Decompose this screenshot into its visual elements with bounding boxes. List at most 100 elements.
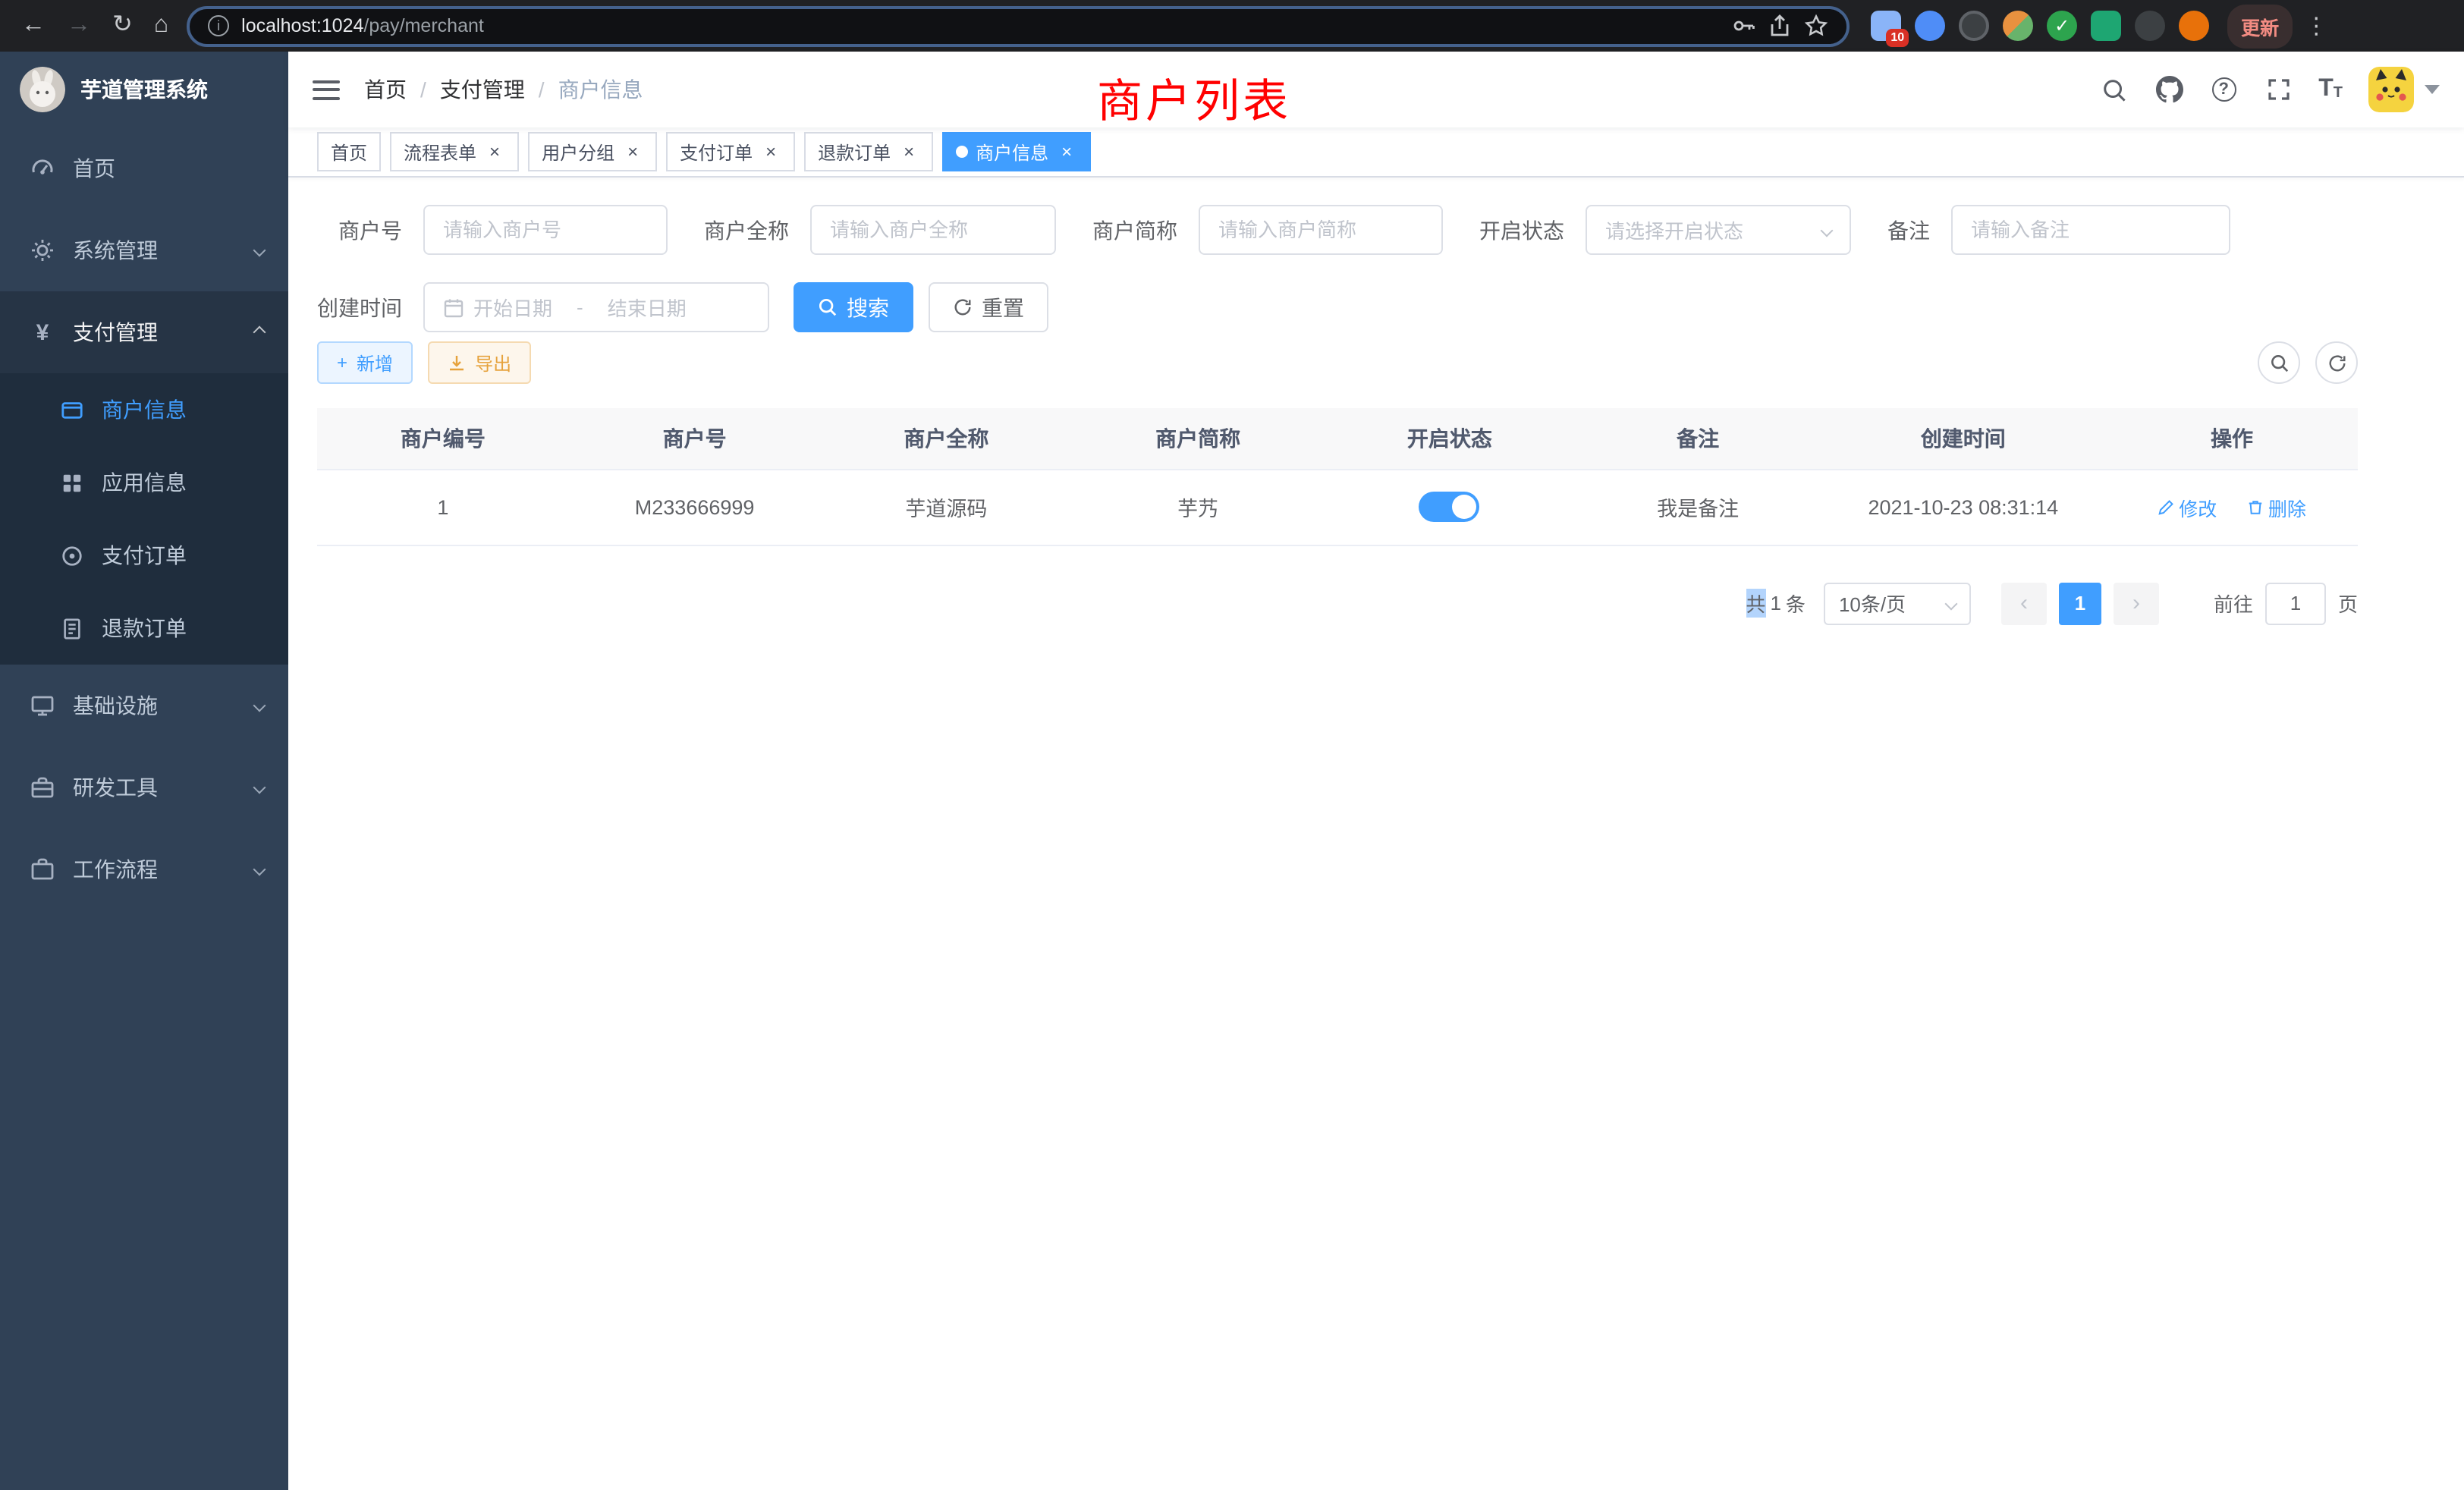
profile-avatar-icon[interactable]	[2179, 11, 2209, 41]
fullscreen-icon[interactable]	[2264, 75, 2293, 104]
sidebar-item-workflow[interactable]: 工作流程	[0, 828, 288, 910]
back-icon[interactable]: ←	[21, 14, 46, 38]
prev-page-button[interactable]: ‹	[2001, 582, 2047, 624]
sidebar-item-devtools[interactable]: 研发工具	[0, 747, 288, 828]
date-range-picker[interactable]: 开始日期 - 结束日期	[423, 282, 769, 332]
sidebar-item-system[interactable]: 系统管理	[0, 209, 288, 291]
short-name-input[interactable]	[1218, 218, 1423, 241]
merchant-no-input[interactable]	[443, 218, 648, 241]
remark-input[interactable]	[1971, 218, 2211, 241]
delete-link[interactable]: 删除	[2247, 492, 2306, 521]
breadcrumb-item[interactable]: 支付管理	[440, 74, 525, 105]
github-icon[interactable]	[2154, 75, 2183, 104]
tab-close-icon[interactable]: ×	[622, 141, 643, 162]
tab-close-icon[interactable]: ×	[484, 141, 505, 162]
next-page-button[interactable]: ›	[2114, 582, 2159, 624]
extension-icon-5[interactable]: ✓	[2047, 11, 2077, 41]
extension-icon-7[interactable]	[2135, 11, 2165, 41]
extension-icon-6[interactable]	[2091, 11, 2121, 41]
col-header-short-name: 商户简称	[1072, 408, 1324, 469]
sidebar-item-label: 商户信息	[102, 395, 187, 425]
active-tab-dot	[956, 146, 968, 158]
briefcase-icon	[30, 857, 55, 882]
chevron-down-icon	[1821, 224, 1834, 237]
sidebar-item-payment[interactable]: ¥ 支付管理	[0, 291, 288, 373]
search-button[interactable]: 搜索	[794, 282, 913, 332]
help-icon[interactable]: ?	[2209, 75, 2238, 104]
page-content: 商户号 商户全称 商户简称 开启状态	[288, 178, 2464, 1490]
refresh-list-icon-button[interactable]	[2315, 341, 2358, 384]
chevron-down-icon	[253, 863, 266, 876]
col-header-merchant-id: 商户编号	[317, 408, 569, 469]
yen-icon: ¥	[30, 320, 55, 344]
edit-link[interactable]: 修改	[2158, 492, 2217, 521]
page-number-button[interactable]: 1	[2059, 582, 2101, 624]
tab-close-icon[interactable]: ×	[760, 141, 781, 162]
top-navbar: 首页 / 支付管理 / 商户信息 ?	[288, 52, 2464, 127]
hamburger-icon[interactable]	[313, 80, 340, 99]
search-icon[interactable]	[2100, 75, 2129, 104]
browser-update-button[interactable]: 更新	[2227, 4, 2293, 48]
cell-status	[1324, 469, 1576, 545]
tab-user-group[interactable]: 用户分组 ×	[528, 132, 657, 171]
goto-page-input[interactable]	[2265, 582, 2326, 624]
user-menu[interactable]	[2368, 67, 2440, 112]
full-name-input[interactable]	[830, 218, 1036, 241]
extension-icon-1[interactable]: 10	[1871, 11, 1901, 41]
extension-icon-4[interactable]	[2003, 11, 2033, 41]
address-bar[interactable]: i localhost:1024/pay/merchant	[187, 5, 1850, 46]
table-row: 1 M233666999 芋道源码 芋艿 我是备注 2021-10-23 08:…	[317, 469, 2358, 545]
tags-view-bar: 首页 流程表单 × 用户分组 × 支付订单 × 退款订单 ×	[288, 127, 2464, 178]
tab-refund-order[interactable]: 退款订单 ×	[804, 132, 933, 171]
pagination: 共 1 条 10条/页 ‹ 1 › 前往 页	[317, 582, 2358, 624]
sidebar-item-merchant-info[interactable]: 商户信息	[0, 373, 288, 446]
site-info-icon[interactable]: i	[208, 15, 229, 36]
add-button[interactable]: + 新增	[317, 341, 413, 384]
grid-icon	[61, 471, 83, 494]
tab-home[interactable]: 首页	[317, 132, 381, 171]
extension-icon-3[interactable]	[1959, 11, 1989, 41]
status-toggle[interactable]	[1419, 492, 1480, 522]
status-select[interactable]: 请选择开启状态	[1586, 205, 1851, 255]
app-title: 芋道管理系统	[80, 74, 208, 105]
browser-menu-icon[interactable]: ⋮	[2305, 12, 2327, 39]
tab-pay-order[interactable]: 支付订单 ×	[666, 132, 795, 171]
tab-close-icon[interactable]: ×	[898, 141, 919, 162]
sidebar-item-home[interactable]: 首页	[0, 127, 288, 209]
page-size-value: 10条/页	[1839, 589, 1906, 618]
filter-label-full-name: 商户全称	[704, 215, 810, 245]
sidebar-logo[interactable]: 芋道管理系统	[0, 52, 288, 127]
share-icon[interactable]	[1768, 14, 1792, 38]
bookmark-star-icon[interactable]	[1804, 14, 1828, 38]
extension-icon-2[interactable]	[1915, 11, 1945, 41]
tab-process-form[interactable]: 流程表单 ×	[390, 132, 519, 171]
sidebar-item-pay-order[interactable]: 支付订单	[0, 519, 288, 592]
page-size-select[interactable]: 10条/页	[1824, 582, 1971, 624]
export-button[interactable]: 导出	[428, 341, 531, 384]
sidebar-item-infra[interactable]: 基础设施	[0, 665, 288, 747]
filter-label-short-name: 商户简称	[1092, 215, 1199, 245]
chevron-down-icon	[253, 244, 266, 257]
cell-merchant-id: 1	[317, 469, 569, 545]
tab-label: 流程表单	[404, 139, 476, 165]
sidebar-item-app-info[interactable]: 应用信息	[0, 446, 288, 519]
table-header-row: 商户编号 商户号 商户全称 商户简称 开启状态 备注 创建时间 操作	[317, 408, 2358, 469]
delete-icon	[2247, 498, 2264, 515]
tab-label: 支付订单	[680, 139, 753, 165]
gear-icon	[30, 238, 55, 262]
tab-close-icon[interactable]: ×	[1056, 141, 1077, 162]
toggle-search-icon-button[interactable]	[2258, 341, 2300, 384]
home-icon[interactable]: ⌂	[154, 14, 168, 38]
forward-icon[interactable]: →	[67, 14, 91, 38]
pagination-goto: 前往 页	[2214, 582, 2358, 624]
reset-button[interactable]: 重置	[929, 282, 1048, 332]
font-size-icon[interactable]: TT	[2318, 77, 2343, 102]
tab-merchant-info[interactable]: 商户信息 ×	[942, 132, 1091, 171]
cell-merchant-no: M233666999	[569, 469, 821, 545]
breadcrumb-item[interactable]: 首页	[364, 74, 407, 105]
filter-form: 商户号 商户全称 商户简称 开启状态	[299, 205, 2358, 332]
document-icon	[61, 617, 83, 640]
sidebar-item-refund-order[interactable]: 退款订单	[0, 592, 288, 665]
reload-icon[interactable]: ↻	[112, 14, 133, 38]
password-key-icon[interactable]	[1731, 14, 1755, 38]
